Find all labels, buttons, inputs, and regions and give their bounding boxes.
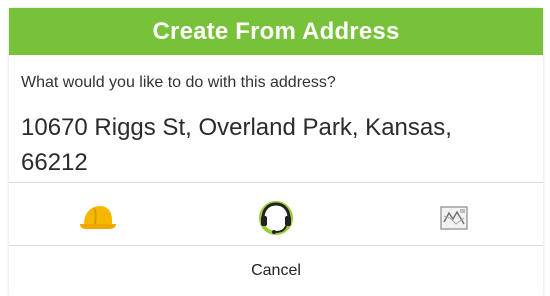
create-from-address-dialog: Create From Address What would you like …	[9, 8, 543, 296]
address-text: 10670 Riggs St, Overland Park, Kansas, 6…	[21, 114, 452, 176]
dialog-prompt: What would you like to do with this addr…	[21, 74, 336, 91]
dialog-title: Create From Address	[152, 17, 400, 45]
hard-hat-icon	[80, 206, 116, 229]
dialog-header: Create From Address	[9, 8, 543, 55]
view-map-button[interactable]	[365, 191, 543, 245]
map-icon	[440, 206, 468, 230]
cancel-button[interactable]: Cancel	[9, 246, 543, 296]
action-icon-row	[9, 191, 543, 245]
create-job-button[interactable]	[9, 191, 187, 245]
headset-icon	[259, 201, 293, 235]
create-call-button[interactable]	[187, 191, 365, 245]
divider	[9, 182, 543, 183]
